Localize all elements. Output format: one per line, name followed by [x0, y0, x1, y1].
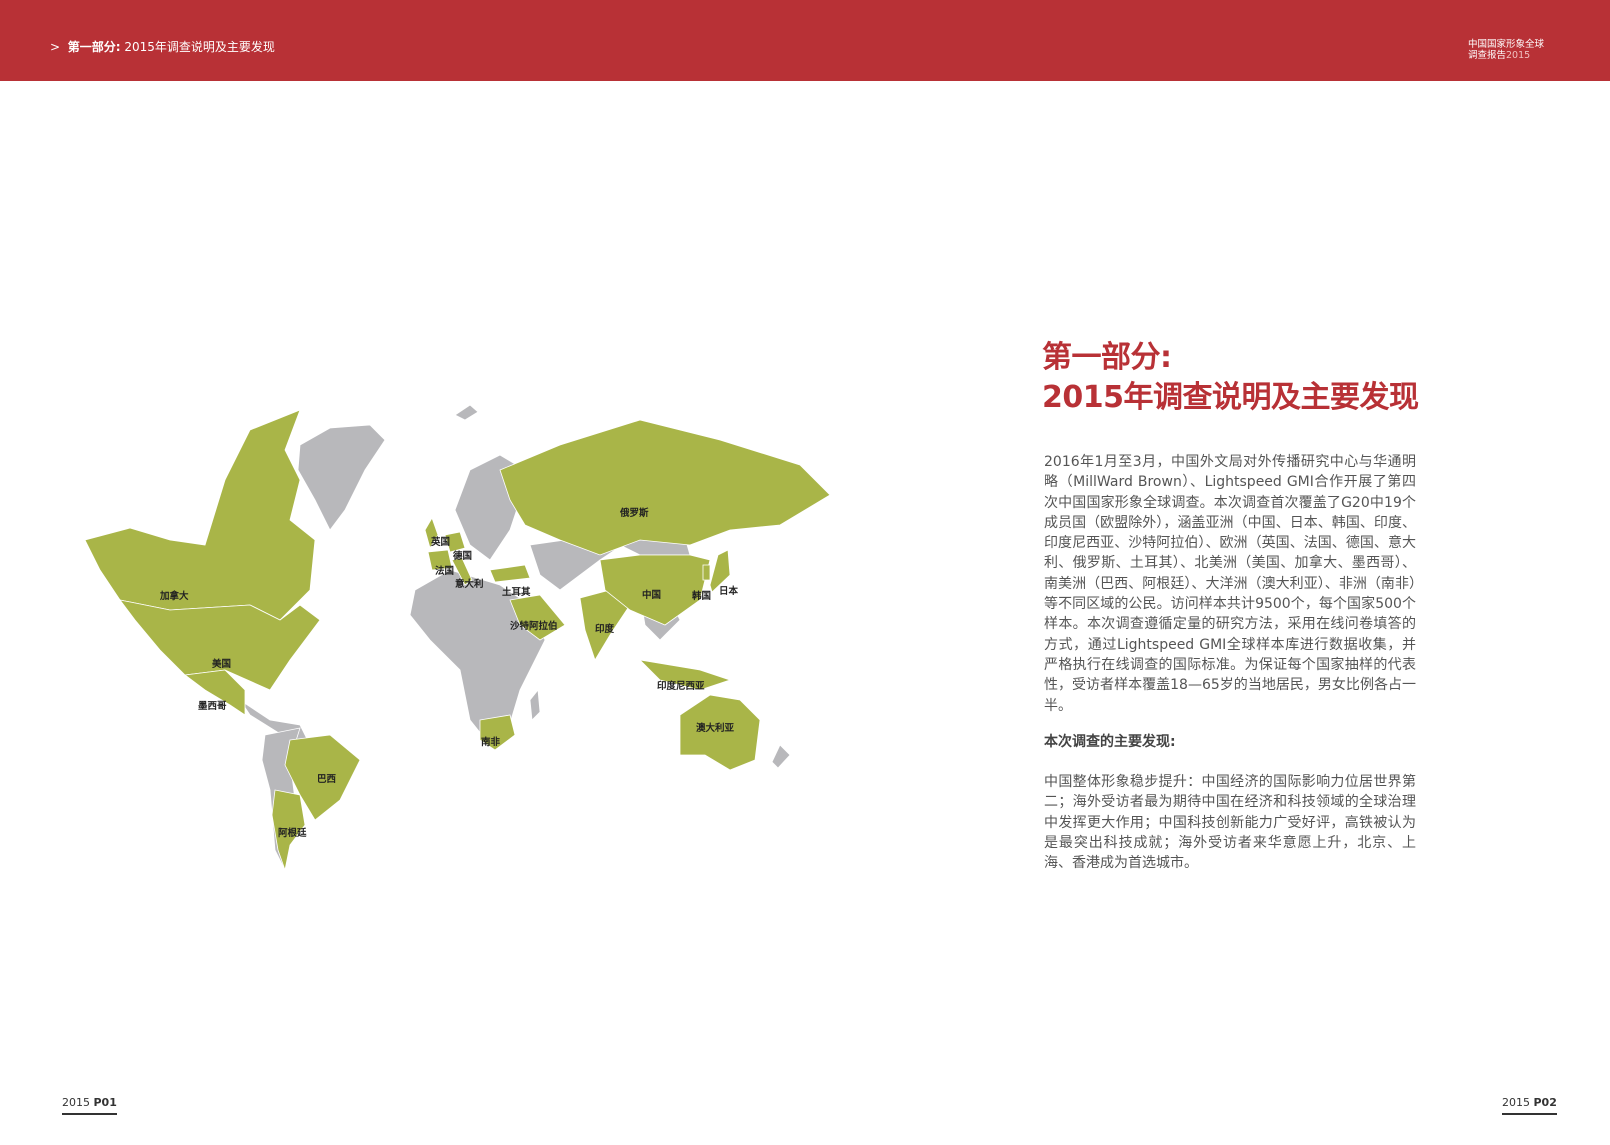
title-line2: 2015年调查说明及主要发现 — [1042, 380, 1419, 415]
canada — [84, 409, 316, 621]
map-label-france: 法国 — [435, 565, 454, 577]
map-label-germany: 德国 — [453, 550, 472, 562]
findings-heading: 本次调查的主要发现: — [1044, 734, 1176, 750]
turkey — [489, 564, 531, 583]
map-label-mexico: 墨西哥 — [198, 701, 227, 712]
map-label-indonesia: 印度尼西亚 — [657, 680, 705, 692]
map-label-south-africa: 南非 — [481, 736, 501, 748]
map-label-russia: 俄罗斯 — [619, 507, 649, 519]
greenland — [297, 424, 386, 531]
russia — [499, 419, 831, 556]
korea — [702, 564, 711, 581]
map-label-canada: 加拿大 — [159, 590, 189, 602]
survey-description: 2016年1月至3月，中国外文局对外传播研究中心与华通明略（MillWard B… — [1044, 454, 1416, 714]
footer-left-page: P01 — [93, 1096, 117, 1109]
footer-right-year: 2015 — [1502, 1096, 1530, 1109]
map-label-india: 印度 — [595, 623, 615, 635]
map-label-argentina: 阿根廷 — [278, 827, 307, 839]
madagascar — [529, 688, 541, 721]
title-line1: 第一部分: — [1042, 340, 1172, 375]
map-label-japan: 日本 — [719, 585, 739, 597]
map-label-korea: 韩国 — [692, 590, 711, 602]
page-number-right: 2015 P02 — [1502, 1096, 1557, 1115]
findings-text: 中国整体形象稳步提升：中国经济的国际影响力位居世界第二；海外受访者最为期待中国在… — [1044, 774, 1416, 872]
footer-left-year: 2015 — [62, 1096, 90, 1109]
new-zealand — [771, 744, 791, 769]
map-label-turkey: 土耳其 — [502, 586, 531, 598]
iceland — [454, 404, 479, 421]
footer-right-page: P02 — [1533, 1096, 1557, 1109]
map-label-italy: 意大利 — [455, 578, 484, 590]
map-label-saudi: 沙特阿拉伯 — [510, 620, 558, 632]
map-label-brazil: 巴西 — [317, 774, 337, 785]
map-label-china: 中国 — [642, 589, 661, 601]
page-number-left: 2015 P01 — [62, 1096, 117, 1115]
map-label-usa: 美国 — [211, 658, 231, 670]
map-label-australia: 澳大利亚 — [696, 722, 735, 734]
page-title: 第一部分: 2015年调查说明及主要发现 — [1042, 338, 1419, 418]
map-label-uk: 英国 — [431, 536, 450, 548]
